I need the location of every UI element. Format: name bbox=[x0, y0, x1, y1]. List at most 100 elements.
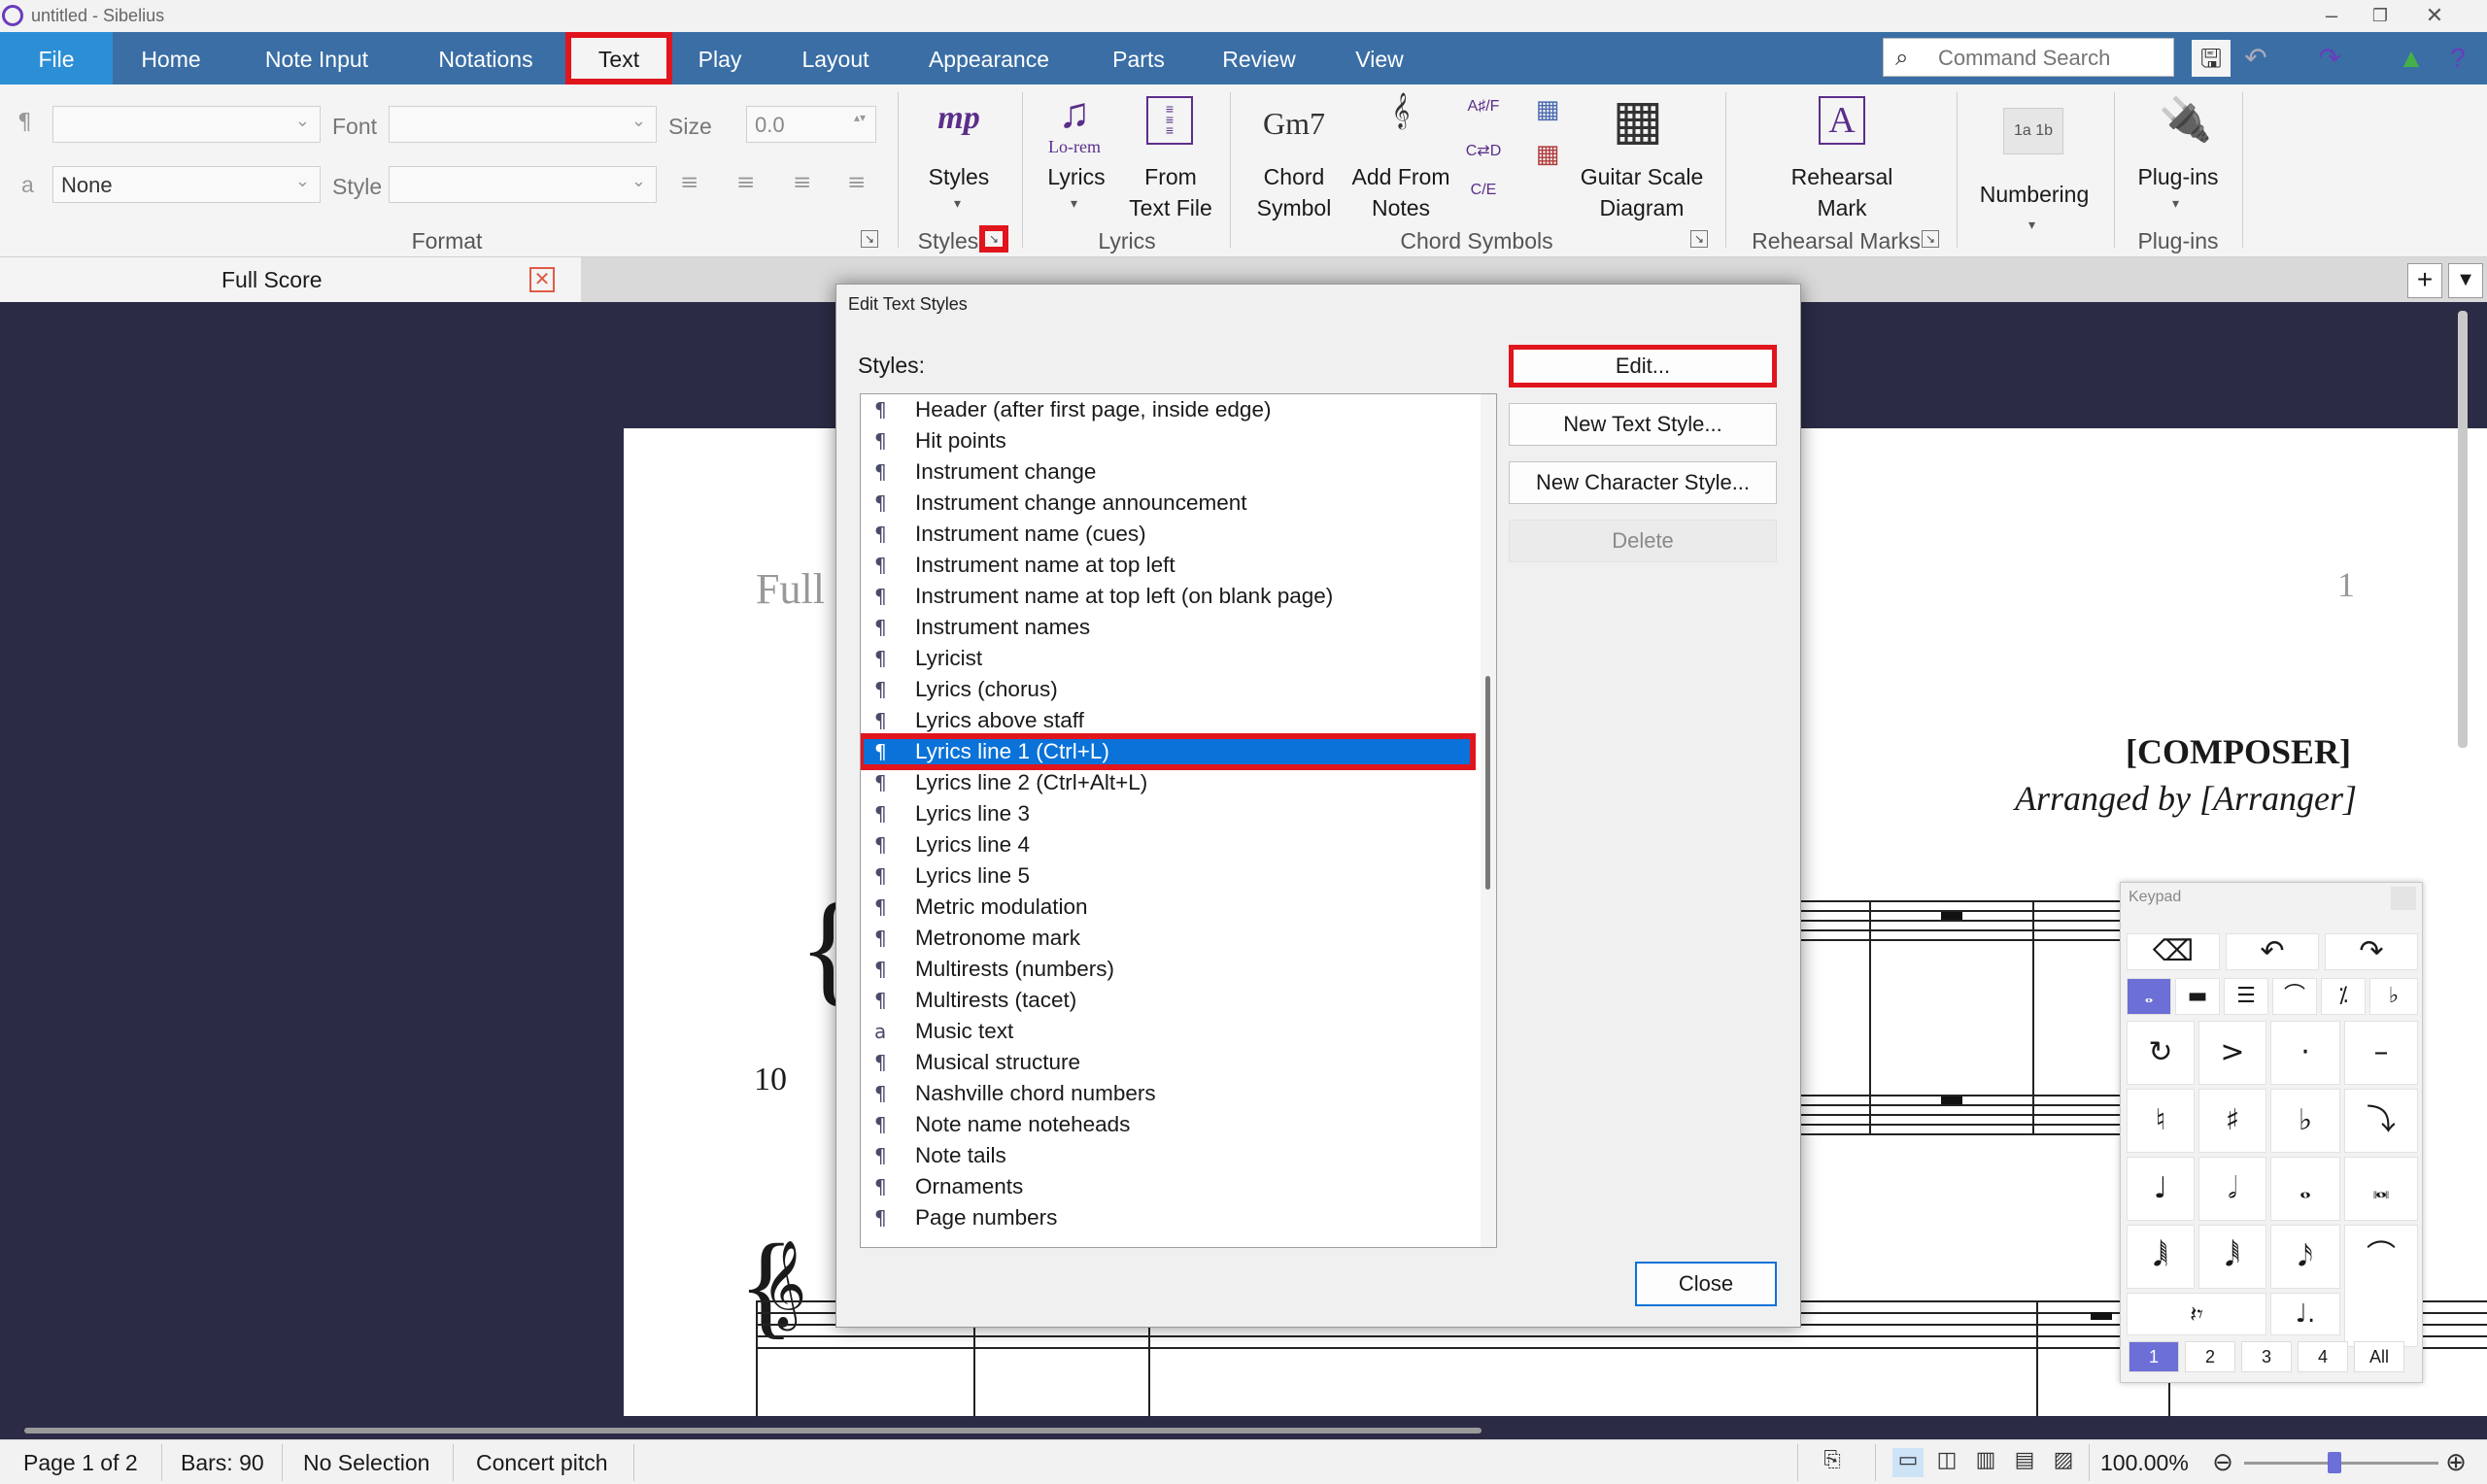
whole-rest[interactable] bbox=[2091, 1312, 2112, 1320]
upgrade-triangle-icon[interactable]: ▲ bbox=[2392, 40, 2431, 77]
redo-icon[interactable]: ↷ bbox=[2310, 40, 2349, 77]
whole-rest[interactable] bbox=[1941, 1096, 1962, 1104]
new-character-style-button[interactable]: New Character Style... bbox=[1509, 461, 1777, 504]
justify-icon[interactable]: ≡ bbox=[847, 170, 866, 195]
style-list-item[interactable]: ¶ Note name noteheads bbox=[861, 1109, 1473, 1140]
common-notes-layout-icon[interactable]: 𝅝 bbox=[2127, 978, 2171, 1015]
document-tab-full-score[interactable]: Full Score ✕ bbox=[0, 257, 581, 302]
style-list-item[interactable]: ¶ Instrument name at top left bbox=[861, 550, 1473, 581]
half-note-icon[interactable]: 𝅗𝅥 bbox=[2198, 1157, 2266, 1221]
delete-button[interactable]: Delete bbox=[1509, 520, 1777, 562]
style-list-item[interactable]: ¶ Metric modulation bbox=[861, 892, 1473, 923]
chord-symbol-line2[interactable]: Symbol bbox=[1247, 195, 1341, 221]
keypad-layout-key[interactable]: 1 bbox=[2129, 1341, 2179, 1372]
sixteenth-note-icon[interactable]: 𝅘𝅥𝅯 bbox=[2270, 1225, 2340, 1289]
tab-note-input[interactable]: Note Input bbox=[245, 32, 389, 84]
beams-tremolos-layout-icon[interactable]: ☰ bbox=[2224, 978, 2268, 1015]
align-right-icon[interactable]: ≡ bbox=[793, 170, 811, 195]
style-list-item[interactable]: ¶ Lyrics (chorus) bbox=[861, 674, 1473, 705]
style-list-item[interactable]: ¶ Nashville chord numbers bbox=[861, 1078, 1473, 1109]
align-center-icon[interactable]: ≡ bbox=[736, 170, 755, 195]
style-list-item[interactable]: a Music text bbox=[861, 1016, 1473, 1047]
keypad-layout-key[interactable]: 4 bbox=[2298, 1341, 2348, 1372]
stepper-icon[interactable]: ▴▾ bbox=[854, 111, 866, 124]
guitar-scale-line2[interactable]: Diagram bbox=[1574, 195, 1710, 221]
numbering-button[interactable]: Numbering bbox=[1968, 182, 2100, 208]
style-list-item[interactable]: ¶ Lyricist bbox=[861, 643, 1473, 674]
chord-symbols-launcher-icon[interactable]: ↘ bbox=[1690, 230, 1708, 248]
rehearsal-mark-line2[interactable]: Mark bbox=[1760, 195, 1924, 221]
panorama-view-icon[interactable]: ▨ bbox=[2048, 1448, 2079, 1477]
style-list-item[interactable]: ¶ Lyrics line 1 (Ctrl+L) bbox=[861, 733, 1476, 770]
sixty-fourth-note-icon[interactable]: 𝅘𝅥𝅲 bbox=[2127, 1225, 2195, 1289]
tab-play[interactable]: Play bbox=[686, 32, 754, 84]
styles-launcher-icon[interactable]: ↘ bbox=[979, 225, 1008, 253]
tab-notations[interactable]: Notations bbox=[418, 32, 554, 84]
list-scrollbar-thumb[interactable] bbox=[1485, 676, 1490, 890]
spreads-view-icon[interactable]: ◫ bbox=[1931, 1448, 1962, 1477]
reinput-pitch-icon[interactable]: ↻ bbox=[2127, 1021, 2195, 1085]
natural-icon[interactable]: ♮ bbox=[2127, 1089, 2195, 1153]
chord-diagram-edit-icon[interactable]: ▦ bbox=[1529, 139, 1566, 169]
size-input[interactable]: 0.0 ▴▾ bbox=[746, 106, 876, 143]
tab-file[interactable]: File bbox=[0, 32, 113, 84]
rehearsal-launcher-icon[interactable]: ↘ bbox=[1922, 230, 1939, 248]
accidentals-layout-icon[interactable]: ♭ bbox=[2369, 978, 2418, 1015]
chord-diagram-small-icon[interactable]: ▦ bbox=[1529, 94, 1566, 124]
styles-list[interactable]: ¶ Header (after first page, inside edge) ¶… bbox=[860, 393, 1497, 1248]
tenuto-icon[interactable]: – bbox=[2344, 1021, 2418, 1085]
rehearsal-mark-line1[interactable]: Rehearsal bbox=[1760, 164, 1924, 190]
from-text-file-line2[interactable]: Text File bbox=[1123, 195, 1218, 221]
whole-rest[interactable] bbox=[1941, 912, 1962, 920]
new-text-style-button[interactable]: New Text Style... bbox=[1509, 403, 1777, 446]
guitar-scale-line1[interactable]: Guitar Scale bbox=[1574, 164, 1710, 190]
minimize-icon[interactable]: – bbox=[2312, 2, 2351, 29]
paragraph-style-dropdown[interactable]: ⌄ bbox=[52, 106, 321, 143]
respell-chord-icon[interactable]: A♯/F bbox=[1465, 98, 1502, 116]
format-launcher-icon[interactable]: ↘ bbox=[861, 230, 878, 248]
keypad-layout-key[interactable]: All bbox=[2354, 1341, 2404, 1372]
keypad-layout-key[interactable]: 3 bbox=[2241, 1341, 2292, 1372]
style-list-item[interactable]: ¶ Lyrics line 3 bbox=[861, 798, 1473, 829]
chord-symbol-line1[interactable]: Chord bbox=[1247, 164, 1341, 190]
close-button[interactable]: Close bbox=[1635, 1262, 1777, 1306]
keypad-close-icon[interactable] bbox=[2391, 887, 2416, 910]
quarter-note-icon[interactable]: ♩ bbox=[2127, 1157, 2195, 1221]
articulations-layout-icon[interactable]: ⌒ bbox=[2272, 978, 2317, 1015]
style-list-item[interactable]: ¶ Instrument name at top left (on blank p… bbox=[861, 581, 1473, 612]
add-from-notes-line2[interactable]: Notes bbox=[1346, 195, 1455, 221]
restore-icon[interactable]: ❐ bbox=[2361, 2, 2400, 29]
style-list-item[interactable]: ¶ Header (after first page, inside edge) bbox=[861, 394, 1473, 425]
slur-key-icon[interactable]: ⌒ bbox=[2344, 1225, 2418, 1347]
whole-note-icon[interactable]: 𝅝 bbox=[2270, 1157, 2340, 1221]
flat-icon[interactable]: ♭ bbox=[2270, 1089, 2340, 1153]
style-list-item[interactable]: ¶ Page numbers bbox=[861, 1202, 1473, 1233]
style-dropdown[interactable]: ⌄ bbox=[389, 166, 657, 203]
new-tab-icon[interactable]: + bbox=[2407, 263, 2442, 298]
status-pitch[interactable]: Concert pitch bbox=[476, 1450, 608, 1476]
style-list-item[interactable]: ¶ Instrument name (cues) bbox=[861, 519, 1473, 550]
tab-view[interactable]: View bbox=[1339, 32, 1420, 84]
add-from-notes-line1[interactable]: Add From bbox=[1346, 164, 1455, 190]
zoom-slider-track[interactable] bbox=[2244, 1462, 2438, 1465]
tab-parts[interactable]: Parts bbox=[1100, 32, 1177, 84]
tab-layout[interactable]: Layout bbox=[787, 32, 884, 84]
style-list-item[interactable]: ¶ Multirests (numbers) bbox=[861, 954, 1473, 985]
sharp-icon[interactable]: ♯ bbox=[2198, 1089, 2266, 1153]
tab-text[interactable]: Text bbox=[565, 32, 672, 84]
style-list-item[interactable]: ¶ Lyrics line 4 bbox=[861, 829, 1473, 860]
vertical-scrollbar[interactable] bbox=[2458, 311, 2468, 748]
double-whole-note-icon[interactable]: 𝅜 bbox=[2344, 1157, 2418, 1221]
zoom-slider-thumb[interactable] bbox=[2328, 1452, 2341, 1473]
zoom-in-icon[interactable]: ⊕ bbox=[2440, 1448, 2471, 1477]
plug-ins-button[interactable]: Plug-ins bbox=[2128, 164, 2229, 190]
command-search-input[interactable] bbox=[1938, 45, 2162, 72]
slash-chord-icon[interactable]: C/E bbox=[1465, 182, 1502, 199]
horizontal-scrollbar[interactable] bbox=[24, 1428, 1482, 1433]
redo-key-icon[interactable]: ↷ bbox=[2325, 933, 2418, 970]
style-list-item[interactable]: ¶ Hit points bbox=[861, 425, 1473, 456]
save-icon[interactable]: 🖫 bbox=[2192, 40, 2231, 77]
backspace-icon[interactable]: ⌫ bbox=[2127, 933, 2220, 970]
font-dropdown[interactable]: ⌄ bbox=[389, 106, 657, 143]
align-left-icon[interactable]: ≡ bbox=[680, 170, 698, 195]
